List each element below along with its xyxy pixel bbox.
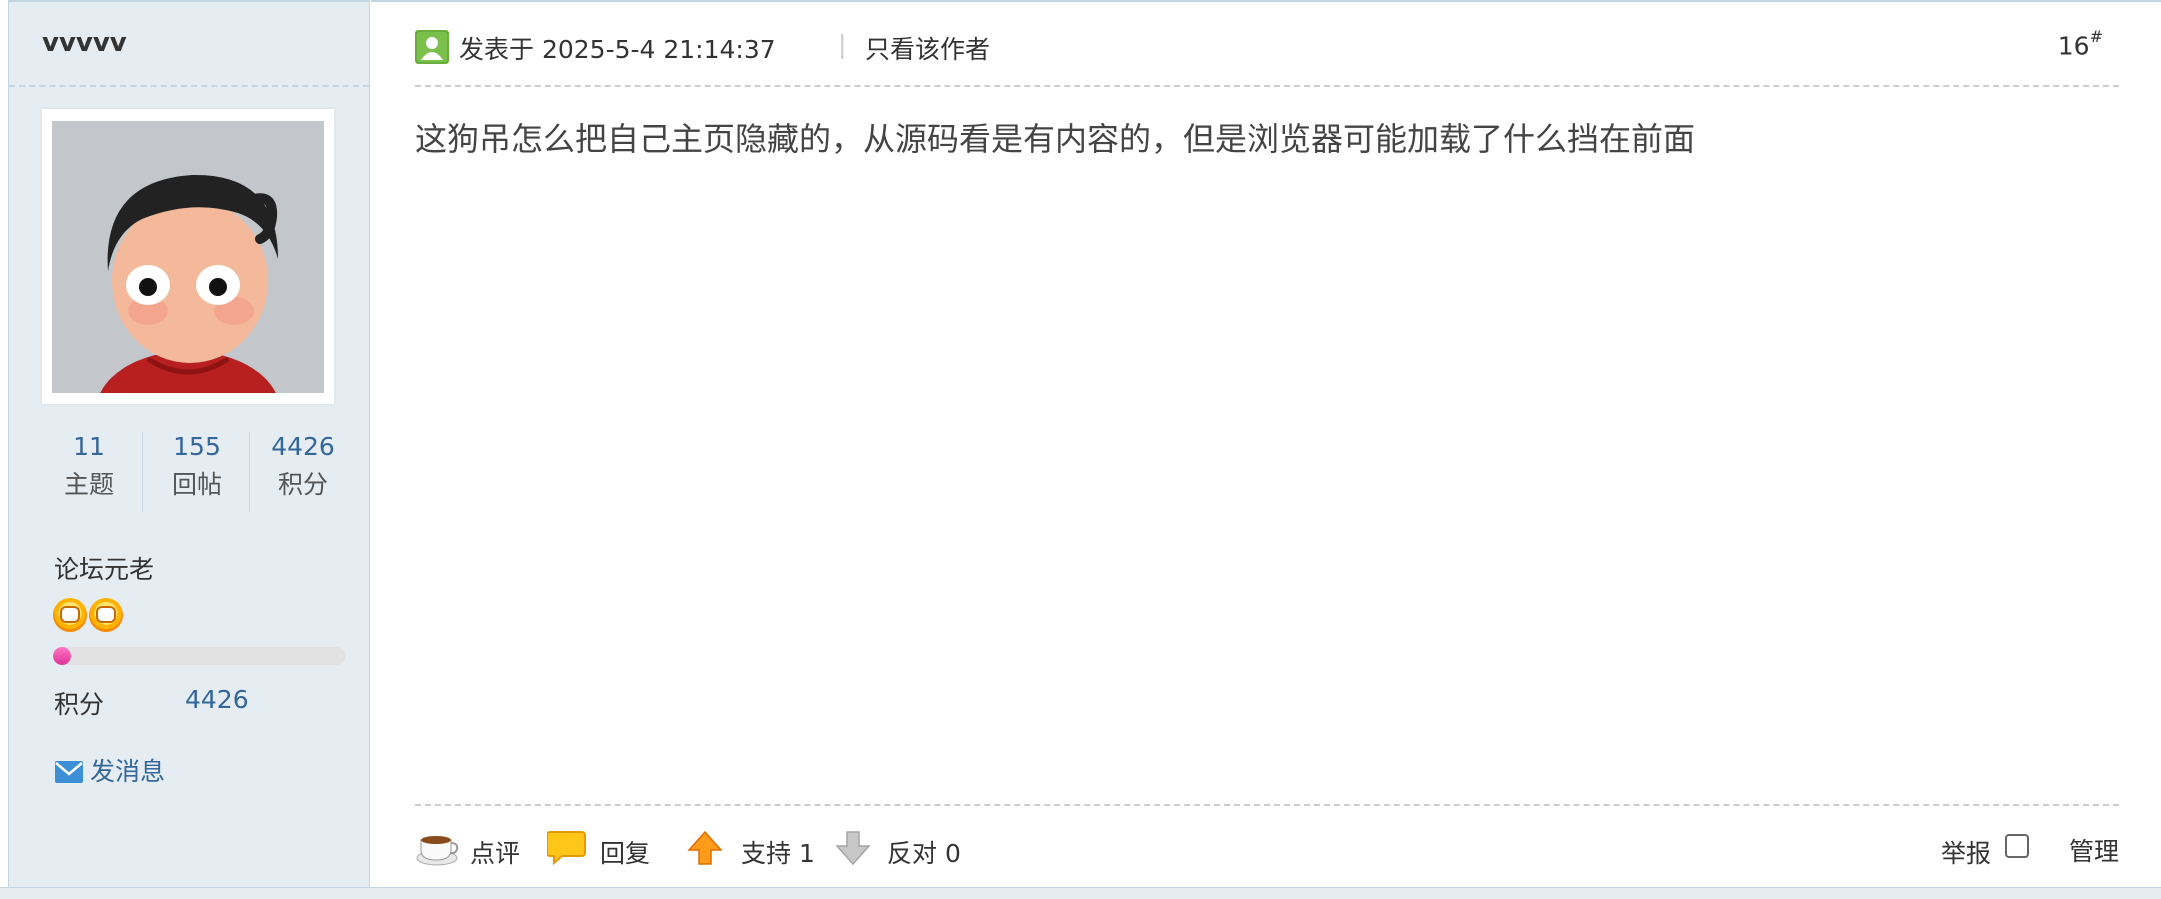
manage-link[interactable]: 管理 xyxy=(2069,832,2119,868)
stat-replies[interactable]: 155 回帖 xyxy=(147,430,247,503)
manage-checkbox[interactable] xyxy=(2005,834,2029,858)
rank-progress-bar xyxy=(53,647,345,665)
arrow-up-icon xyxy=(687,830,723,865)
rank-title[interactable]: 论坛元老 xyxy=(54,550,154,586)
smiley-face-icon xyxy=(53,598,87,632)
avatar[interactable] xyxy=(42,109,334,404)
stat-divider xyxy=(249,432,250,512)
only-author-link[interactable]: 只看该作者 xyxy=(865,30,990,66)
report-link[interactable]: 举报 xyxy=(1941,834,1991,870)
header-separator: | xyxy=(838,30,847,59)
floor-mark: # xyxy=(2089,27,2103,46)
header-divider xyxy=(415,85,2119,87)
stat-label: 回帖 xyxy=(171,470,222,499)
author-stats: 11 主题 155 回帖 4426 积分 xyxy=(39,430,339,512)
author-sidebar: vvvvv 11 主题 155 回帖 4426 积分 论坛元老 积分 4426 … xyxy=(8,0,370,899)
rank-progress-fill xyxy=(53,647,71,665)
arrow-down-icon xyxy=(835,831,871,866)
stat-threads[interactable]: 11 主题 xyxy=(39,430,139,503)
stat-label: 积分 xyxy=(277,470,328,499)
stat-label: 主题 xyxy=(63,470,114,499)
post-bottom-bar xyxy=(0,887,2161,899)
reply-label: 回复 xyxy=(600,839,651,868)
credit-value: 4426 xyxy=(185,685,249,714)
coffee-cup-icon xyxy=(416,836,459,866)
post-message: 这狗吊怎么把自己主页隐藏的，从源码看是有内容的，但是浏览器可能加载了什么挡在前面 xyxy=(415,120,1696,158)
post-header: 发表于 2025-5-4 21:14:37 | 只看该作者 xyxy=(415,28,2095,68)
rank-stars xyxy=(53,598,125,638)
author-username[interactable]: vvvvv xyxy=(42,28,127,58)
credit-label: 积分 xyxy=(54,690,105,719)
oppose-label: 反对 0 xyxy=(887,839,961,868)
stat-value: 11 xyxy=(73,432,105,461)
stat-value: 155 xyxy=(173,432,221,461)
sidebar-divider xyxy=(9,85,369,87)
speech-bubble-icon xyxy=(547,831,586,866)
post-actions: 点评 回复 支持 1 反对 0 举报 管理 xyxy=(415,822,2119,876)
online-user-icon xyxy=(415,30,449,64)
post-content: 发表于 2025-5-4 21:14:37 | 只看该作者 16# 这狗吊怎么把… xyxy=(371,0,2161,899)
stat-divider xyxy=(142,432,143,512)
footer-divider xyxy=(415,804,2119,806)
send-message-link[interactable]: 发消息 xyxy=(54,752,165,790)
support-label: 支持 1 xyxy=(741,839,815,868)
forum-post: vvvvv 11 主题 155 回帖 4426 积分 论坛元老 积分 4426 … xyxy=(0,0,2161,899)
credit-row: 积分 4426 xyxy=(54,685,249,721)
stat-value: 4426 xyxy=(271,432,335,461)
comment-label: 点评 xyxy=(470,839,521,868)
stat-credits[interactable]: 4426 积分 xyxy=(253,430,353,503)
smiley-face-icon xyxy=(89,598,123,632)
avatar-image xyxy=(52,121,324,393)
envelope-icon xyxy=(54,760,84,790)
floor-value: 16 xyxy=(2057,31,2090,61)
floor-number[interactable]: 16# xyxy=(2057,27,2103,61)
post-timestamp: 发表于 2025-5-4 21:14:37 xyxy=(459,35,776,64)
send-message-label: 发消息 xyxy=(90,757,166,786)
